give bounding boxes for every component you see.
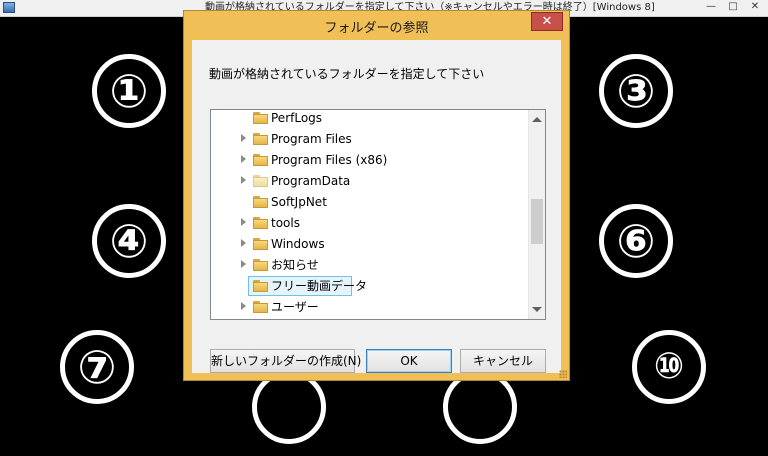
dialog-message: 動画が格納されているフォルダーを指定して下さい [209,67,485,81]
ok-button[interactable]: OK [366,349,452,373]
scroll-down-arrow-icon[interactable] [532,307,542,312]
tree-item[interactable]: Program Files (x86) [211,150,527,171]
tree-item-label: ユーザー [271,300,319,314]
grid-cell-8[interactable] [252,370,326,444]
grid-cell-6[interactable]: ⑥ [599,204,673,278]
tree-item-label: フリー動画データ [271,279,368,293]
expand-arrow-icon[interactable] [241,218,246,226]
tree-item-label: PerfLogs [271,111,323,125]
tree-item-label: Program Files [271,132,352,146]
folder-icon [253,301,268,313]
grid-cell-10[interactable]: ⑩ [632,330,706,404]
scroll-up-arrow-icon[interactable] [532,117,542,122]
expand-arrow-icon[interactable] [241,302,246,310]
folder-icon [253,217,268,229]
expand-arrow-icon[interactable] [241,134,246,142]
grid-cell-9[interactable] [443,370,517,444]
grid-cell-7[interactable]: ⑦ [60,330,134,404]
expand-arrow-icon[interactable] [241,176,246,184]
folder-tree[interactable]: PerfLogs Program Files Program Files (x86)… [210,109,546,320]
maximize-button[interactable]: □ [722,0,744,14]
minimize-button[interactable]: — [700,0,722,14]
tree-item-label: Windows [271,237,325,251]
app-close-button[interactable]: ✕ [744,0,766,14]
expand-arrow-icon[interactable] [241,239,246,247]
tree-item[interactable]: フリー動画データ [211,276,527,297]
app-icon [3,2,15,13]
expand-arrow-icon[interactable] [241,155,246,163]
folder-icon [253,112,268,124]
dialog-content: 動画が格納されているフォルダーを指定して下さい PerfLogs Program … [192,40,561,373]
tree-scrollbar[interactable] [528,110,545,319]
tree-item[interactable]: PerfLogs [211,110,527,129]
tree-item-label: Program Files (x86) [271,153,388,167]
tree-item[interactable]: Program Files [211,129,527,150]
grid-cell-1[interactable]: ① [92,54,166,128]
grid-cell-3[interactable]: ③ [599,54,673,128]
folder-icon [253,175,268,187]
tree-item-label: SoftJpNet [271,195,327,209]
tree-item[interactable]: ユーザー [211,297,527,318]
resize-grip-icon[interactable] [559,370,567,378]
tree-item-label: お知らせ [271,258,319,272]
folder-icon [253,259,268,271]
grid-cell-4[interactable]: ④ [92,204,166,278]
expand-arrow-icon[interactable] [241,260,246,268]
browse-folder-dialog: フォルダーの参照 ✕ 動画が格納されているフォルダーを指定して下さい PerfL… [183,10,570,381]
tree-item-label: ProgramData [271,174,351,188]
folder-icon [253,133,268,145]
tree-item[interactable]: ProgramData [211,171,527,192]
folder-icon [253,280,268,292]
folder-icon [253,238,268,250]
scroll-thumb[interactable] [531,198,543,244]
dialog-close-button[interactable]: ✕ [531,12,563,31]
folder-icon [253,154,268,166]
folder-icon [253,196,268,208]
folder-tree-list: PerfLogs Program Files Program Files (x86)… [211,110,527,319]
new-folder-button[interactable]: 新しいフォルダーの作成(N) [210,349,361,373]
tree-item[interactable]: お知らせ [211,255,527,276]
cancel-button[interactable]: キャンセル [460,349,546,373]
dialog-title: フォルダーの参照 [324,21,429,36]
tree-item[interactable]: SoftJpNet [211,192,527,213]
tree-item-label: tools [271,216,300,230]
tree-item[interactable]: tools [211,213,527,234]
tree-item[interactable]: Windows [211,234,527,255]
dialog-titlebar[interactable]: フォルダーの参照 ✕ [184,11,569,39]
